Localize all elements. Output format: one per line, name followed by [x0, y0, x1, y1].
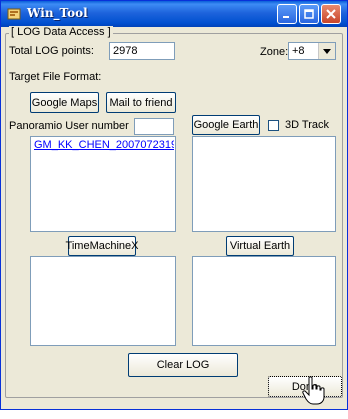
hand-cursor-icon	[302, 376, 325, 405]
main-window: Win_Tool [ LOG Data Access ] Total LOG p…	[0, 0, 348, 410]
3d-track-label: 3D Track	[285, 119, 330, 131]
maximize-icon	[304, 9, 314, 19]
google-maps-button[interactable]: Google Maps	[30, 92, 99, 113]
minimize-icon	[283, 16, 289, 18]
file-list[interactable]: GM_KK_CHEN_20070723190935	[30, 136, 176, 232]
maximize-button[interactable]	[299, 4, 319, 24]
minimize-button[interactable]	[277, 4, 297, 24]
total-log-input[interactable]: 2978	[109, 42, 175, 60]
chevron-down-icon	[323, 48, 331, 54]
list-item[interactable]: GM_KK_CHEN_20070723190935	[34, 139, 174, 151]
clear-log-button[interactable]: Clear LOG	[128, 353, 238, 377]
zone-label: Zone:	[260, 46, 289, 58]
3d-track-checkbox[interactable]	[268, 120, 279, 131]
google-earth-list[interactable]	[192, 136, 336, 232]
app-icon	[7, 8, 21, 20]
panoramio-label: Panoramio User number	[9, 120, 129, 132]
google-earth-button[interactable]: Google Earth	[192, 115, 260, 135]
timemachinex-list[interactable]	[30, 256, 176, 346]
timemachinex-button[interactable]: TimeMachineX	[66, 236, 138, 256]
zone-dropdown-button[interactable]	[318, 43, 335, 59]
virtual-earth-button[interactable]: Virtual Earth	[226, 236, 294, 256]
target-format-label: Target File Format:	[9, 71, 102, 83]
zone-value: +8	[292, 45, 305, 57]
group-label: [ LOG Data Access ]	[9, 26, 113, 38]
window-title: Win_Tool	[27, 6, 88, 20]
total-log-label: Total LOG points:	[9, 45, 94, 57]
virtual-earth-list[interactable]	[192, 256, 336, 346]
close-button[interactable]	[321, 4, 341, 24]
title-bar[interactable]: Win_Tool	[1, 1, 347, 27]
panoramio-input[interactable]	[134, 118, 174, 135]
close-icon	[326, 9, 336, 19]
zone-select[interactable]: +8	[288, 42, 336, 60]
mail-to-friend-button[interactable]: Mail to friend	[106, 92, 176, 113]
